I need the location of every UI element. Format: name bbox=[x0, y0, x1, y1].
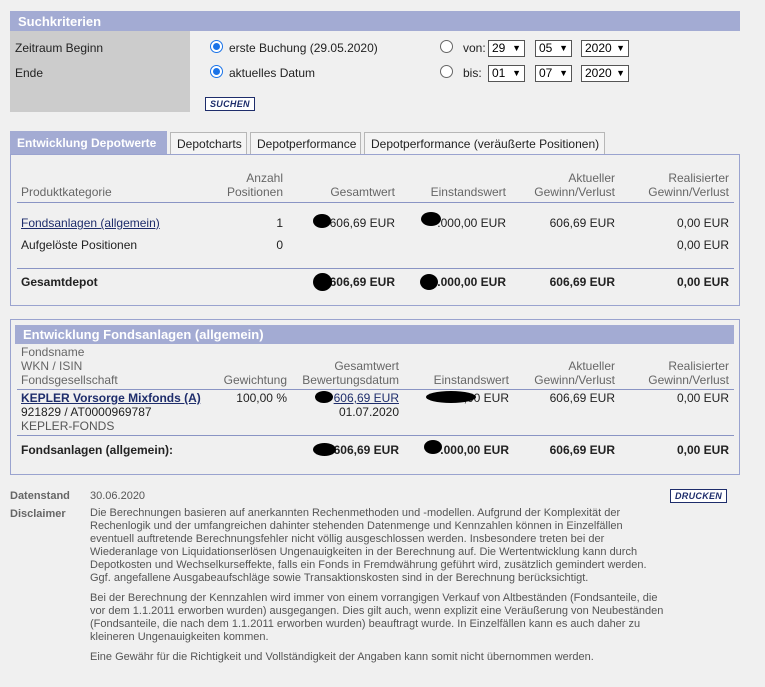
disclaimer-paragraph-1: Die Berechnungen basieren auf anerkannte… bbox=[90, 507, 647, 584]
row-closed-category: Aufgelöste Positionen bbox=[21, 238, 138, 252]
label-start: Zeitraum Beginn bbox=[15, 41, 104, 55]
redaction-mark bbox=[426, 391, 476, 403]
fund-total-link[interactable]: 606,69 EUR bbox=[296, 391, 399, 405]
opt-first-booking-label: erste Buchung (29.05.2020) bbox=[229, 41, 378, 55]
fund-total-realized: 0,00 EUR bbox=[676, 443, 729, 457]
to-month-value: 07 bbox=[539, 66, 553, 80]
from-year-select[interactable]: 2020 ▼ bbox=[581, 40, 629, 57]
to-day-value: 01 bbox=[492, 66, 506, 80]
col-fund-realized-2: Gewinn/Verlust bbox=[648, 373, 729, 387]
fund-total-current: 606,69 EUR bbox=[549, 443, 615, 457]
redaction-mark bbox=[421, 212, 441, 226]
total-depot-total: 606,69 EUR bbox=[329, 275, 395, 289]
from-year-value: 2020 bbox=[585, 41, 612, 55]
row-closed-count: 0 bbox=[276, 238, 283, 252]
row-fonds-current: 606,69 EUR bbox=[549, 216, 615, 230]
col-realized-1: Realisierter bbox=[668, 171, 729, 185]
fund-realized: 0,00 EUR bbox=[676, 391, 729, 405]
col-category: Produktkategorie bbox=[21, 185, 112, 199]
fund-valuation-date: 01.07.2020 bbox=[338, 405, 399, 419]
col-count-2: Positionen bbox=[226, 185, 283, 199]
tab-depot-performance[interactable]: Depotperformance bbox=[250, 132, 361, 154]
search-button[interactable]: SUCHEN bbox=[205, 97, 255, 111]
redaction-mark bbox=[313, 273, 332, 291]
funds-header: Entwicklung Fondsanlagen (allgemein) bbox=[15, 325, 734, 344]
col-fund-name: Fondsname bbox=[21, 345, 85, 359]
col-fund-company: Fondsgesellschaft bbox=[21, 373, 118, 387]
chevron-down-icon: ▼ bbox=[616, 68, 625, 78]
to-month-select[interactable]: 07 ▼ bbox=[535, 65, 572, 82]
chevron-down-icon: ▼ bbox=[616, 43, 625, 53]
col-current-1: Aktueller bbox=[568, 171, 615, 185]
radio-from-date[interactable] bbox=[440, 40, 453, 53]
to-label: bis: bbox=[463, 66, 482, 80]
tab-depot-performance-sold[interactable]: Depotperformance (veräußerte Positionen) bbox=[364, 132, 605, 154]
from-day-select[interactable]: 29 ▼ bbox=[488, 40, 525, 57]
radio-to-date[interactable] bbox=[440, 65, 453, 78]
from-month-select[interactable]: 05 ▼ bbox=[535, 40, 572, 57]
to-year-value: 2020 bbox=[585, 66, 612, 80]
fund-weight: 100,00 % bbox=[236, 391, 287, 405]
print-button[interactable]: DRUCKEN bbox=[670, 489, 728, 503]
data-date-value: 30.06.2020 bbox=[90, 490, 146, 502]
col-fund-total-1: Gesamtwert bbox=[334, 359, 399, 373]
row-fonds-count: 1 bbox=[276, 216, 283, 230]
col-count-1: Anzahl bbox=[246, 171, 283, 185]
fund-wkn-isin: 921829 / AT0000969787 bbox=[21, 405, 152, 419]
fund-total-total: 606,69 EUR bbox=[333, 443, 399, 457]
disclaimer-paragraph-3: Eine Gewähr für die Richtigkeit und Voll… bbox=[90, 651, 594, 663]
col-cost: Einstandswert bbox=[430, 185, 506, 199]
tab-depot-charts[interactable]: Depotcharts bbox=[170, 132, 247, 154]
to-year-select[interactable]: 2020 ▼ bbox=[581, 65, 629, 82]
fund-current: 606,69 EUR bbox=[549, 391, 615, 405]
fund-company: KEPLER-FONDS bbox=[21, 419, 115, 433]
divider bbox=[17, 268, 734, 269]
from-day-value: 29 bbox=[492, 41, 506, 55]
divider bbox=[17, 202, 734, 203]
col-fund-total-2: Bewertungsdatum bbox=[302, 373, 399, 387]
col-fund-current-1: Aktueller bbox=[568, 359, 615, 373]
search-header: Suchkriterien bbox=[10, 11, 740, 31]
col-total: Gesamtwert bbox=[330, 185, 395, 199]
disclaimer-label: Disclaimer bbox=[10, 508, 66, 520]
col-current-2: Gewinn/Verlust bbox=[534, 185, 615, 199]
row-fonds-category-link[interactable]: Fondsanlagen (allgemein) bbox=[21, 216, 160, 230]
col-fund-realized-1: Realisierter bbox=[668, 359, 729, 373]
radio-first-booking[interactable] bbox=[210, 40, 223, 53]
redaction-mark bbox=[313, 443, 336, 456]
redaction-mark bbox=[313, 214, 331, 228]
opt-current-date-label: aktuelles Datum bbox=[229, 66, 316, 80]
col-fund-current-2: Gewinn/Verlust bbox=[534, 373, 615, 387]
col-fund-weight: Gewichtung bbox=[223, 373, 287, 387]
col-realized-2: Gewinn/Verlust bbox=[648, 185, 729, 199]
from-label: von: bbox=[463, 41, 486, 55]
row-fonds-total: 606,69 EUR bbox=[329, 216, 395, 230]
total-depot-realized: 0,00 EUR bbox=[676, 275, 729, 289]
fund-name-link[interactable]: KEPLER Vorsorge Mixfonds (A) bbox=[21, 391, 201, 405]
radio-current-date[interactable] bbox=[210, 65, 223, 78]
data-date-label: Datenstand bbox=[10, 490, 70, 502]
chevron-down-icon: ▼ bbox=[559, 43, 568, 53]
col-fund-wkn: WKN / ISIN bbox=[21, 359, 83, 373]
redaction-mark bbox=[420, 274, 438, 290]
tab-depot-values[interactable]: Entwicklung Depotwerte bbox=[10, 131, 167, 154]
total-depot-label: Gesamtdepot bbox=[21, 275, 98, 289]
disclaimer-paragraph-2: Bei der Berechnung der Kennzahlen wird i… bbox=[90, 592, 664, 643]
divider bbox=[17, 389, 734, 390]
label-end: Ende bbox=[15, 66, 44, 80]
chevron-down-icon: ▼ bbox=[512, 68, 521, 78]
redaction-mark bbox=[315, 391, 333, 403]
redaction-mark bbox=[424, 440, 442, 454]
to-day-select[interactable]: 01 ▼ bbox=[488, 65, 525, 82]
chevron-down-icon: ▼ bbox=[559, 68, 568, 78]
fund-total-label: Fondsanlagen (allgemein): bbox=[21, 443, 174, 457]
total-depot-current: 606,69 EUR bbox=[549, 275, 615, 289]
from-month-value: 05 bbox=[539, 41, 553, 55]
col-fund-cost: Einstandswert bbox=[433, 373, 509, 387]
row-fonds-realized: 0,00 EUR bbox=[676, 216, 729, 230]
divider bbox=[17, 435, 734, 436]
chevron-down-icon: ▼ bbox=[512, 43, 521, 53]
row-closed-realized: 0,00 EUR bbox=[676, 238, 729, 252]
